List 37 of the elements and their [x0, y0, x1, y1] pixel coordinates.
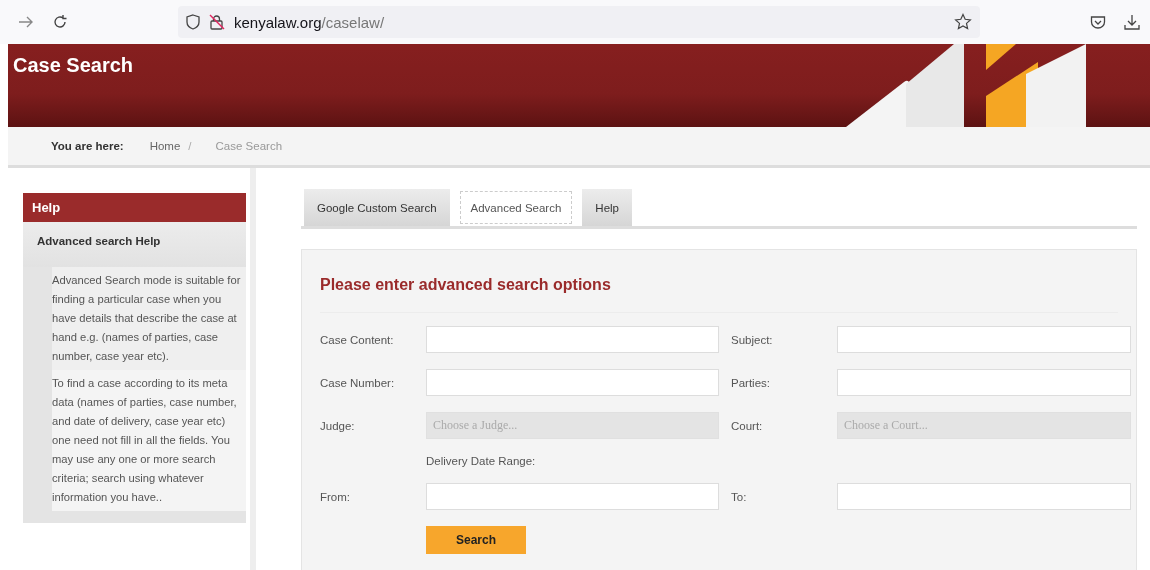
- breadcrumb-item: Case Search: [215, 140, 283, 152]
- text-field[interactable]: [837, 369, 1131, 396]
- field-label: From:: [320, 490, 352, 503]
- text-field[interactable]: [426, 369, 719, 396]
- breadcrumb-separator: /: [188, 140, 192, 152]
- breadcrumb-item[interactable]: Home: [149, 140, 181, 152]
- field-label: Judge:: [320, 419, 356, 432]
- field-label: Court:: [731, 419, 764, 432]
- field-label: Case Content:: [320, 333, 395, 346]
- url-text: kenyalaw.org/caselaw/: [234, 13, 385, 31]
- panel-header: Help: [23, 193, 246, 222]
- field-label: Parties:: [731, 376, 771, 389]
- text-field[interactable]: [837, 326, 1131, 353]
- breadcrumb-label: You are here:: [51, 140, 124, 152]
- text-field[interactable]: [837, 483, 1131, 510]
- form-heading: Please enter advanced search options: [320, 250, 1118, 313]
- shield-icon[interactable]: [186, 14, 200, 30]
- text-field[interactable]: [426, 326, 719, 353]
- reload-icon[interactable]: [52, 14, 68, 30]
- page-title: Case Search: [12, 53, 134, 77]
- address-bar[interactable]: kenyalaw.org/caselaw/: [178, 6, 980, 38]
- download-icon[interactable]: [1124, 14, 1140, 30]
- text-field[interactable]: [426, 483, 719, 510]
- field-label: To:: [731, 490, 748, 503]
- field-label: Subject:: [731, 333, 774, 346]
- star-icon[interactable]: [954, 13, 972, 31]
- search-button[interactable]: Search: [426, 526, 526, 554]
- insecure-lock-icon[interactable]: [209, 14, 225, 30]
- forward-icon[interactable]: [18, 15, 34, 29]
- field-label: Case Number:: [320, 376, 396, 389]
- tab[interactable]: Help: [582, 189, 632, 226]
- help-paragraph: Advanced Search mode is suitable for finding a particular case when you have details that describe the case at hand e.g. (names of parties, case number, case year etc).: [52, 267, 246, 370]
- date-range-label: Delivery Date Range:: [426, 455, 537, 467]
- pocket-icon[interactable]: [1090, 14, 1106, 30]
- tab[interactable]: Google Custom Search: [304, 189, 450, 226]
- help-paragraph: To find a case according to its meta data (names of parties, case number, and date of delivery, case year etc) one need not fill in all the fields. You may use any one or more search criteria; search using whatever information you have..: [52, 370, 246, 511]
- tab[interactable]: Advanced Search: [457, 189, 575, 226]
